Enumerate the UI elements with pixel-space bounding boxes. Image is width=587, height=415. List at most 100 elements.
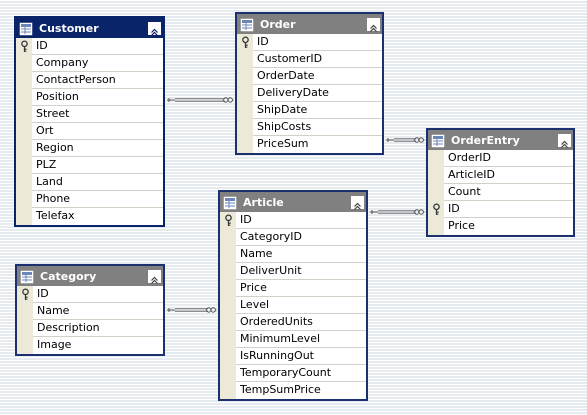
field-row[interactable]: CategoryID (220, 229, 366, 246)
field-name: Price (236, 280, 366, 297)
relationship-line[interactable] (167, 97, 234, 103)
table-title-bar[interactable]: Category (17, 266, 163, 286)
row-selector (17, 337, 33, 354)
field-row[interactable]: Street (16, 106, 163, 123)
field-name: PriceSum (257, 137, 309, 150)
table-icon (240, 17, 254, 32)
relationship-key-end (370, 210, 378, 214)
key-icon (220, 212, 236, 229)
table-title-bar[interactable]: Order (237, 14, 382, 34)
field-row[interactable]: Price (220, 280, 366, 297)
field-row[interactable]: DeliveryDate (237, 85, 382, 102)
field-name: ID (253, 34, 382, 51)
field-row[interactable]: OrderDate (237, 68, 382, 85)
field-row[interactable]: ID (428, 201, 573, 218)
table-orderentry[interactable]: OrderEntry OrderID ArticleID Count ID Price (426, 128, 575, 237)
field-list: ID Company ContactPerson Position Street Ort R… (16, 38, 163, 225)
field-row[interactable]: OrderedUnits (220, 314, 366, 331)
field-row[interactable]: PriceSum (237, 136, 382, 153)
row-selector (16, 174, 32, 191)
field-row[interactable]: Land (16, 174, 163, 191)
table-category[interactable]: Category ID Name Description Image (15, 264, 165, 356)
field-name: ShipCosts (253, 119, 382, 136)
field-name: ID (444, 201, 573, 218)
field-name: OrderDate (253, 68, 382, 85)
field-row[interactable]: TemporaryCount (220, 365, 366, 382)
key-icon (17, 286, 33, 303)
field-name: TempSumPrice (240, 383, 321, 396)
field-name: Image (37, 338, 72, 351)
field-name: CategoryID (236, 229, 366, 246)
collapse-up-icon[interactable] (148, 269, 161, 284)
field-row[interactable]: Name (220, 246, 366, 263)
table-icon (20, 269, 34, 284)
field-row[interactable]: ID (17, 286, 163, 303)
field-name: IsRunningOut (236, 348, 366, 365)
field-row[interactable]: OrderID (428, 150, 573, 167)
field-row[interactable]: ID (237, 34, 382, 51)
field-row[interactable]: Company (16, 55, 163, 72)
field-row[interactable]: IsRunningOut (220, 348, 366, 365)
field-list: ID Name Description Image (17, 286, 163, 354)
table-title: Order (260, 17, 296, 31)
table-icon (431, 133, 445, 148)
field-row[interactable]: MinimumLevel (220, 331, 366, 348)
field-row[interactable]: ShipDate (237, 102, 382, 119)
field-row[interactable]: ArticleID (428, 167, 573, 184)
field-row[interactable]: ContactPerson (16, 72, 163, 89)
table-customer[interactable]: Customer ID Company ContactPerson Position St… (14, 16, 165, 227)
row-selector (237, 85, 253, 102)
field-row[interactable]: Region (16, 140, 163, 157)
relationship-line[interactable] (167, 307, 217, 313)
field-row[interactable]: ShipCosts (237, 119, 382, 136)
field-name: Count (444, 184, 573, 201)
row-selector (17, 303, 33, 320)
field-name: Description (33, 320, 163, 337)
table-article[interactable]: Article ID CategoryID Name DeliverUnit Price L… (218, 190, 368, 401)
field-name: Land (32, 174, 163, 191)
collapse-up-icon[interactable] (367, 17, 380, 32)
field-row[interactable]: ID (220, 212, 366, 229)
row-selector (16, 55, 32, 72)
field-name: Company (32, 55, 163, 72)
field-name: Name (236, 246, 366, 263)
field-name: Region (32, 140, 163, 157)
row-selector (237, 51, 253, 68)
field-row[interactable]: Telefax (16, 208, 163, 225)
field-row[interactable]: CustomerID (237, 51, 382, 68)
field-row[interactable]: DeliverUnit (220, 263, 366, 280)
collapse-up-icon[interactable] (148, 21, 161, 36)
table-title-bar[interactable]: OrderEntry (428, 130, 573, 150)
field-row[interactable]: Count (428, 184, 573, 201)
table-order[interactable]: Order ID CustomerID OrderDate DeliveryDate Sh… (235, 12, 384, 155)
row-selector (16, 140, 32, 157)
field-row[interactable]: PLZ (16, 157, 163, 174)
field-row[interactable]: Position (16, 89, 163, 106)
diagram-canvas[interactable]: Customer ID Company ContactPerson Position St… (0, 0, 587, 415)
field-name: Telefax (36, 209, 75, 222)
relationship-line[interactable] (386, 137, 425, 143)
row-selector (220, 280, 236, 297)
field-row[interactable]: Price (428, 218, 573, 235)
row-selector (428, 184, 444, 201)
field-row[interactable]: TempSumPrice (220, 382, 366, 399)
table-title-bar[interactable]: Customer (16, 18, 163, 38)
field-row[interactable]: Level (220, 297, 366, 314)
row-selector (220, 331, 236, 348)
row-selector (428, 150, 444, 167)
collapse-up-icon[interactable] (351, 195, 364, 210)
relationship-line[interactable] (370, 209, 425, 215)
row-selector (17, 320, 33, 337)
field-name: OrderID (444, 150, 573, 167)
field-row[interactable]: Phone (16, 191, 163, 208)
field-row[interactable]: Image (17, 337, 163, 354)
collapse-up-icon[interactable] (558, 133, 571, 148)
field-row[interactable]: Description (17, 320, 163, 337)
field-row[interactable]: Name (17, 303, 163, 320)
relationship-many-end (222, 97, 234, 103)
field-row[interactable]: Ort (16, 123, 163, 140)
field-name: Price (448, 219, 475, 232)
table-title-bar[interactable]: Article (220, 192, 366, 212)
row-selector (237, 68, 253, 85)
field-row[interactable]: ID (16, 38, 163, 55)
